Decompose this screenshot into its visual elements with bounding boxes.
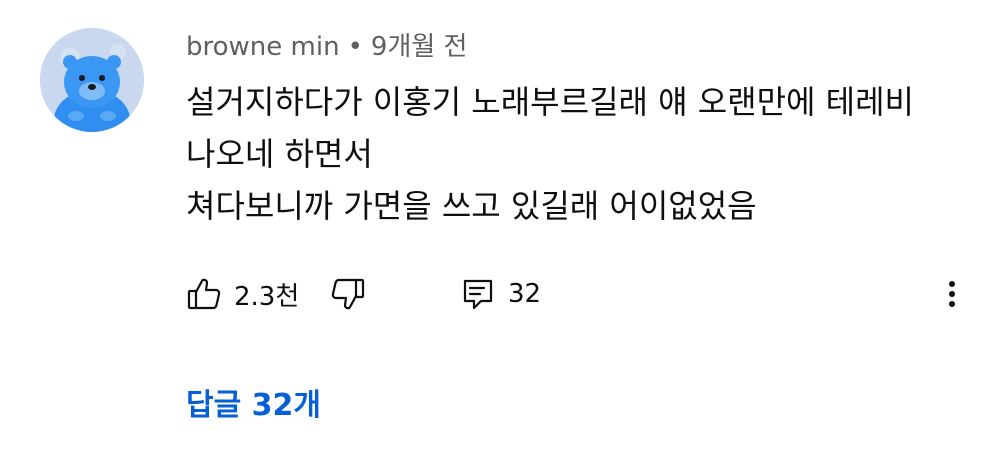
- reply-button[interactable]: 32: [460, 270, 541, 318]
- thumbs-down-icon: [330, 276, 366, 312]
- comment-timestamp[interactable]: 9개월 전: [371, 32, 468, 62]
- view-replies-button[interactable]: 답글 32개: [186, 380, 321, 424]
- reply-count: 32: [508, 279, 542, 309]
- more-vertical-icon: [940, 276, 964, 312]
- comment-icon: [460, 276, 496, 312]
- comment-text-line: 설거지하다가 이홍기 노래부르길래 얘 오랜만에 테레비: [186, 83, 914, 121]
- thumbs-up-icon: [186, 276, 222, 312]
- comment-thread: browne min • 9개월 전 설거지하다가 이홍기 노래부르길래 얘 오랜만…: [0, 0, 1000, 459]
- like-button[interactable]: 2.3천: [186, 270, 299, 318]
- author-name[interactable]: browne min: [186, 32, 340, 62]
- comment-actions: 2.3천 32: [186, 270, 976, 318]
- like-count: 2.3천: [234, 281, 300, 312]
- dislike-button[interactable]: [330, 270, 366, 318]
- comment-meta: browne min • 9개월 전: [186, 30, 467, 64]
- avatar[interactable]: [40, 28, 144, 132]
- comment-text-line: 나오네 하면서: [186, 135, 373, 173]
- more-actions-button[interactable]: [940, 270, 964, 318]
- meta-separator: •: [347, 32, 363, 62]
- comment-text: 설거지하다가 이홍기 노래부르길래 얘 오랜만에 테레비 나오네 하면서 쳐다보…: [186, 76, 976, 232]
- comment-text-line: 쳐다보니까 가면을 쓰고 있길래 어이없었음: [186, 187, 757, 225]
- avatar-image: [40, 28, 144, 132]
